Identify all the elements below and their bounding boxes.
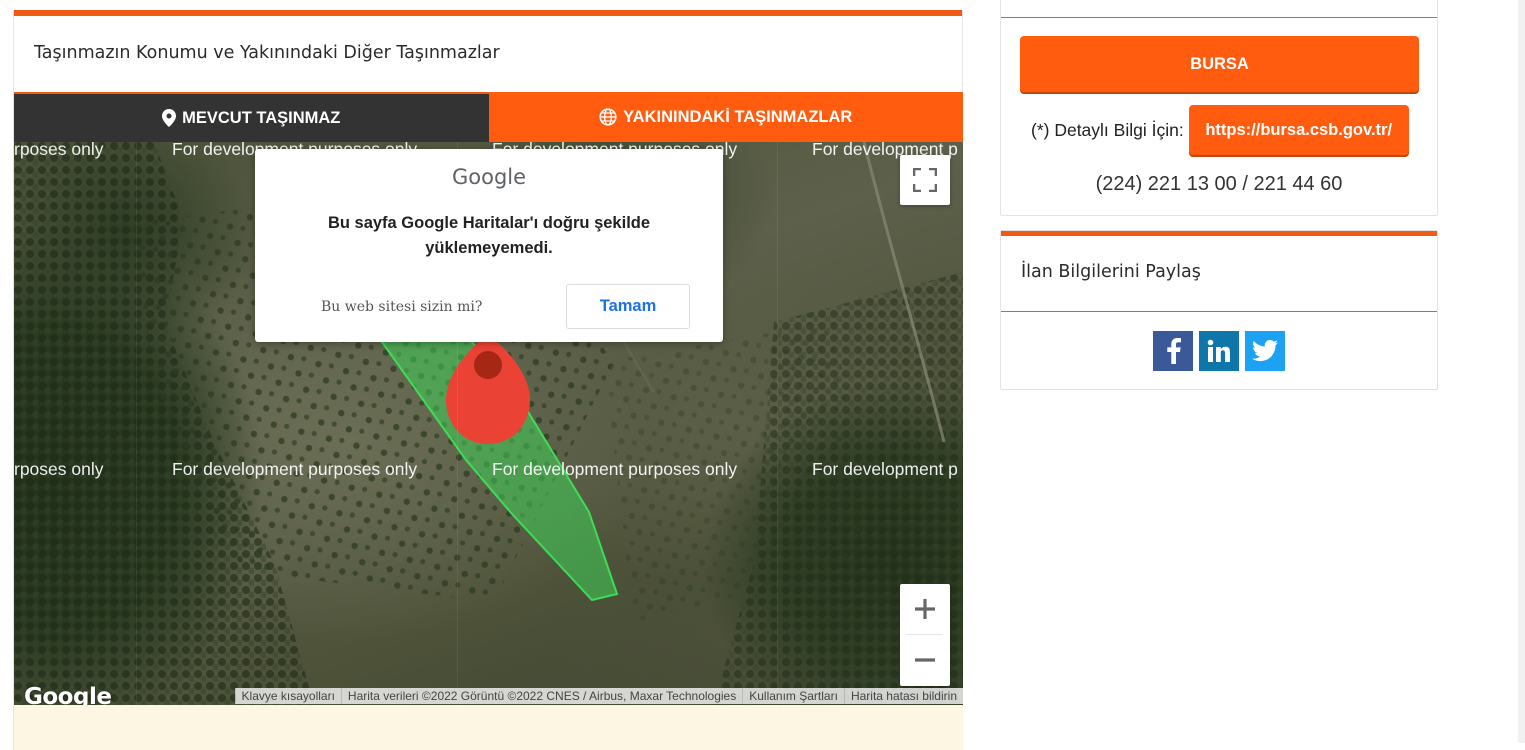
tab-current-property-label: MEVCUT TAŞINMAZ bbox=[182, 108, 341, 127]
map-data-credit: Harita verileri ©2022 Görüntü ©2022 CNES… bbox=[340, 688, 743, 704]
detail-row: (*) Detaylı Bilgi İçin: https://bursa.cs… bbox=[1031, 105, 1409, 155]
zoom-out-button[interactable] bbox=[900, 635, 950, 685]
dialog-message: Bu sayfa Google Haritalar'ı doğru şekild… bbox=[327, 214, 651, 257]
share-title: İlan Bilgilerini Paylaş bbox=[1021, 262, 1201, 282]
page-scrollbar[interactable] bbox=[1518, 0, 1525, 743]
google-logo: Google bbox=[24, 684, 112, 705]
map-attribution: Klavye kısayolları Harita verileri ©2022… bbox=[234, 688, 963, 704]
tab-current-property[interactable]: MEVCUT TAŞINMAZ bbox=[14, 92, 489, 142]
fullscreen-button[interactable] bbox=[900, 155, 950, 205]
fullscreen-icon bbox=[913, 168, 937, 192]
dialog-ok-button[interactable]: Tamam bbox=[566, 284, 690, 329]
notice-strip bbox=[14, 705, 963, 750]
detail-label: (*) Detaylı Bilgi İçin: bbox=[1031, 119, 1184, 140]
dev-watermark: rposes only bbox=[14, 142, 104, 159]
map-pin-icon bbox=[162, 109, 177, 127]
zoom-controls bbox=[900, 584, 950, 686]
dev-watermark: rposes only bbox=[14, 459, 104, 479]
plus-icon bbox=[915, 599, 935, 619]
city-button[interactable]: BURSA bbox=[1020, 36, 1419, 92]
share-twitter-button[interactable] bbox=[1245, 331, 1285, 371]
dev-watermark: For development purposes only bbox=[172, 459, 418, 479]
report-error-link[interactable]: Harita hatası bildirin bbox=[843, 688, 963, 704]
dev-watermark: For development purposes only bbox=[492, 459, 738, 479]
tab-nearby-properties[interactable]: YAKININDAKİ TAŞINMAZLAR bbox=[488, 92, 963, 142]
zoom-in-button[interactable] bbox=[900, 584, 950, 634]
dev-watermark: For development p bbox=[812, 459, 958, 479]
share-card: İlan Bilgilerini Paylaş bbox=[1000, 230, 1438, 390]
share-facebook-button[interactable] bbox=[1153, 331, 1193, 371]
contact-card: BURSA (*) Detaylı Bilgi İçin: https://bu… bbox=[1000, 0, 1438, 216]
dialog-question: Bu web sitesi sizin mi? bbox=[321, 299, 483, 315]
share-accent-bar bbox=[1001, 231, 1437, 236]
tab-nearby-properties-label: YAKININDAKİ TAŞINMAZLAR bbox=[623, 107, 853, 126]
map-tabs: MEVCUT TAŞINMAZ YAKININDAKİ TAŞINMAZLAR bbox=[14, 92, 963, 142]
facebook-icon bbox=[1167, 338, 1181, 364]
website-link-button[interactable]: https://bursa.csb.gov.tr/ bbox=[1188, 105, 1409, 155]
phone-number: (224) 221 13 00 / 221 44 60 bbox=[1095, 173, 1343, 195]
map-view[interactable]: rposes only For development purposes onl… bbox=[14, 142, 963, 705]
card-divider bbox=[1001, 311, 1437, 312]
terms-link[interactable]: Kullanım Şartları bbox=[742, 688, 844, 704]
dialog-google-logo: Google bbox=[451, 165, 527, 189]
minus-icon bbox=[915, 658, 935, 662]
panel-title: Taşınmazın Konumu ve Yakınındaki Diğer T… bbox=[34, 43, 500, 63]
keyboard-shortcuts-link[interactable]: Klavye kısayolları bbox=[234, 688, 341, 704]
globe-icon bbox=[599, 108, 617, 126]
share-linkedin-button[interactable] bbox=[1199, 331, 1239, 371]
card-divider bbox=[1001, 17, 1437, 18]
linkedin-icon bbox=[1207, 339, 1230, 362]
panel-accent-bar bbox=[14, 10, 962, 16]
location-panel: Taşınmazın Konumu ve Yakınındaki Diğer T… bbox=[13, 10, 963, 750]
map-error-dialog: Google Bu sayfa Google Haritalar'ı doğru… bbox=[255, 149, 723, 342]
twitter-icon bbox=[1252, 340, 1278, 362]
